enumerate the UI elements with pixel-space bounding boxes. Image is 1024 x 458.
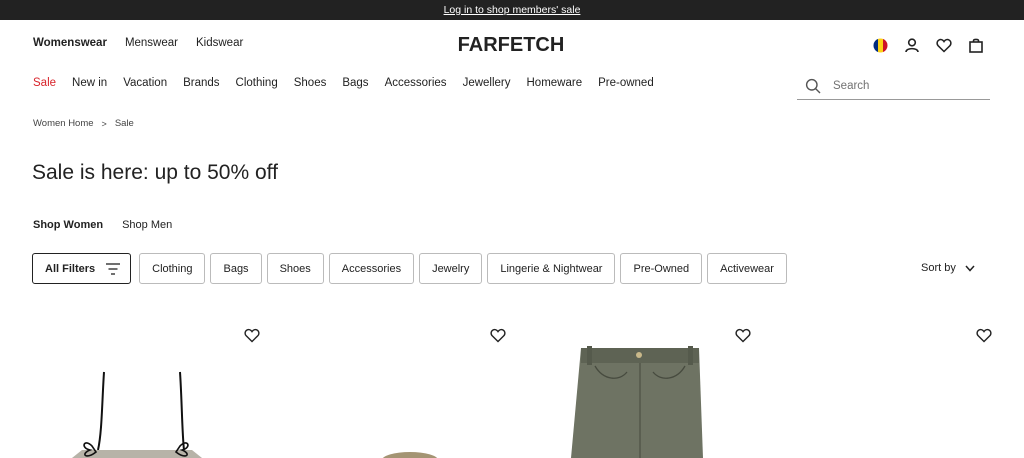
chevron-down-icon	[965, 265, 975, 272]
product-card[interactable]	[764, 322, 992, 458]
nav-jewellery[interactable]: Jewellery	[463, 77, 511, 89]
all-filters-label: All Filters	[45, 262, 96, 275]
page-title: Sale is here: up to 50% off	[32, 161, 278, 184]
dept-menswear[interactable]: Menswear	[125, 37, 178, 49]
breadcrumb-home[interactable]: Women Home	[33, 118, 94, 129]
filter-row: All Filters Clothing Bags Shoes Accessor…	[32, 253, 787, 284]
filter-chip-lingerie-nightwear[interactable]: Lingerie & Nightwear	[487, 253, 616, 284]
product-image	[382, 452, 438, 458]
filter-chip-activewear[interactable]: Activewear	[707, 253, 787, 284]
flag-icon[interactable]	[871, 36, 889, 54]
sort-label: Sort by	[921, 262, 956, 274]
nav-pre-owned[interactable]: Pre-owned	[598, 77, 654, 89]
nav-sale[interactable]: Sale	[33, 77, 56, 89]
wishlist-heart-icon[interactable]	[976, 328, 992, 344]
logo-text: FARFETCH	[458, 34, 565, 55]
dept-kidswear[interactable]: Kidswear	[196, 37, 243, 49]
bag-icon[interactable]	[967, 36, 985, 54]
filter-chip-clothing[interactable]: Clothing	[139, 253, 206, 284]
tab-shop-men[interactable]: Shop Men	[122, 219, 172, 231]
promo-bar: Log in to shop members' sale	[0, 0, 1024, 20]
wishlist-heart-icon[interactable]	[244, 328, 260, 344]
search-bar	[797, 72, 990, 100]
sort-dropdown[interactable]: Sort by	[921, 262, 975, 274]
product-card[interactable]	[32, 322, 260, 458]
filter-chip-shoes[interactable]: Shoes	[266, 253, 324, 284]
product-card[interactable]	[523, 322, 751, 458]
wishlist-heart-icon[interactable]	[490, 328, 506, 344]
department-nav: Womenswear Menswear Kidswear	[33, 37, 243, 49]
search-input[interactable]	[833, 79, 983, 92]
nav-clothing[interactable]: Clothing	[236, 77, 278, 89]
wishlist-icon[interactable]	[935, 36, 953, 54]
dept-womenswear[interactable]: Womenswear	[33, 37, 107, 49]
nav-shoes[interactable]: Shoes	[294, 77, 327, 89]
account-icon[interactable]	[903, 36, 921, 54]
product-grid	[32, 322, 992, 458]
product-image	[571, 346, 703, 458]
header-icons	[871, 36, 985, 54]
nav-vacation[interactable]: Vacation	[123, 77, 167, 89]
nav-homeware[interactable]: Homeware	[527, 77, 583, 89]
all-filters-button[interactable]: All Filters	[32, 253, 132, 284]
filter-chip-pre-owned[interactable]: Pre-Owned	[620, 253, 703, 284]
filter-chip-jewelry[interactable]: Jewelry	[419, 253, 483, 284]
nav-bags[interactable]: Bags	[342, 77, 368, 89]
nav-accessories[interactable]: Accessories	[385, 77, 447, 89]
filter-lines-icon	[106, 262, 121, 275]
shop-tabs: Shop Women Shop Men	[33, 219, 172, 231]
filter-chip-accessories[interactable]: Accessories	[328, 253, 415, 284]
members-sale-login-link[interactable]: Log in to shop members' sale	[444, 4, 581, 16]
nav-new-in[interactable]: New in	[72, 77, 107, 89]
product-image	[72, 371, 202, 458]
nav-brands[interactable]: Brands	[183, 77, 219, 89]
farfetch-logo[interactable]: FARFETCH	[437, 33, 585, 55]
product-card[interactable]	[278, 322, 506, 458]
filter-chip-bags[interactable]: Bags	[210, 253, 262, 284]
breadcrumb-current: Sale	[114, 118, 134, 129]
search-icon[interactable]	[805, 78, 821, 94]
breadcrumb: Women Home > Sale	[33, 118, 134, 129]
wishlist-heart-icon[interactable]	[735, 328, 751, 344]
breadcrumb-chevron-icon: >	[101, 118, 107, 129]
main-nav: Sale New in Vacation Brands Clothing Sho…	[33, 77, 670, 89]
tab-shop-women[interactable]: Shop Women	[33, 219, 103, 231]
